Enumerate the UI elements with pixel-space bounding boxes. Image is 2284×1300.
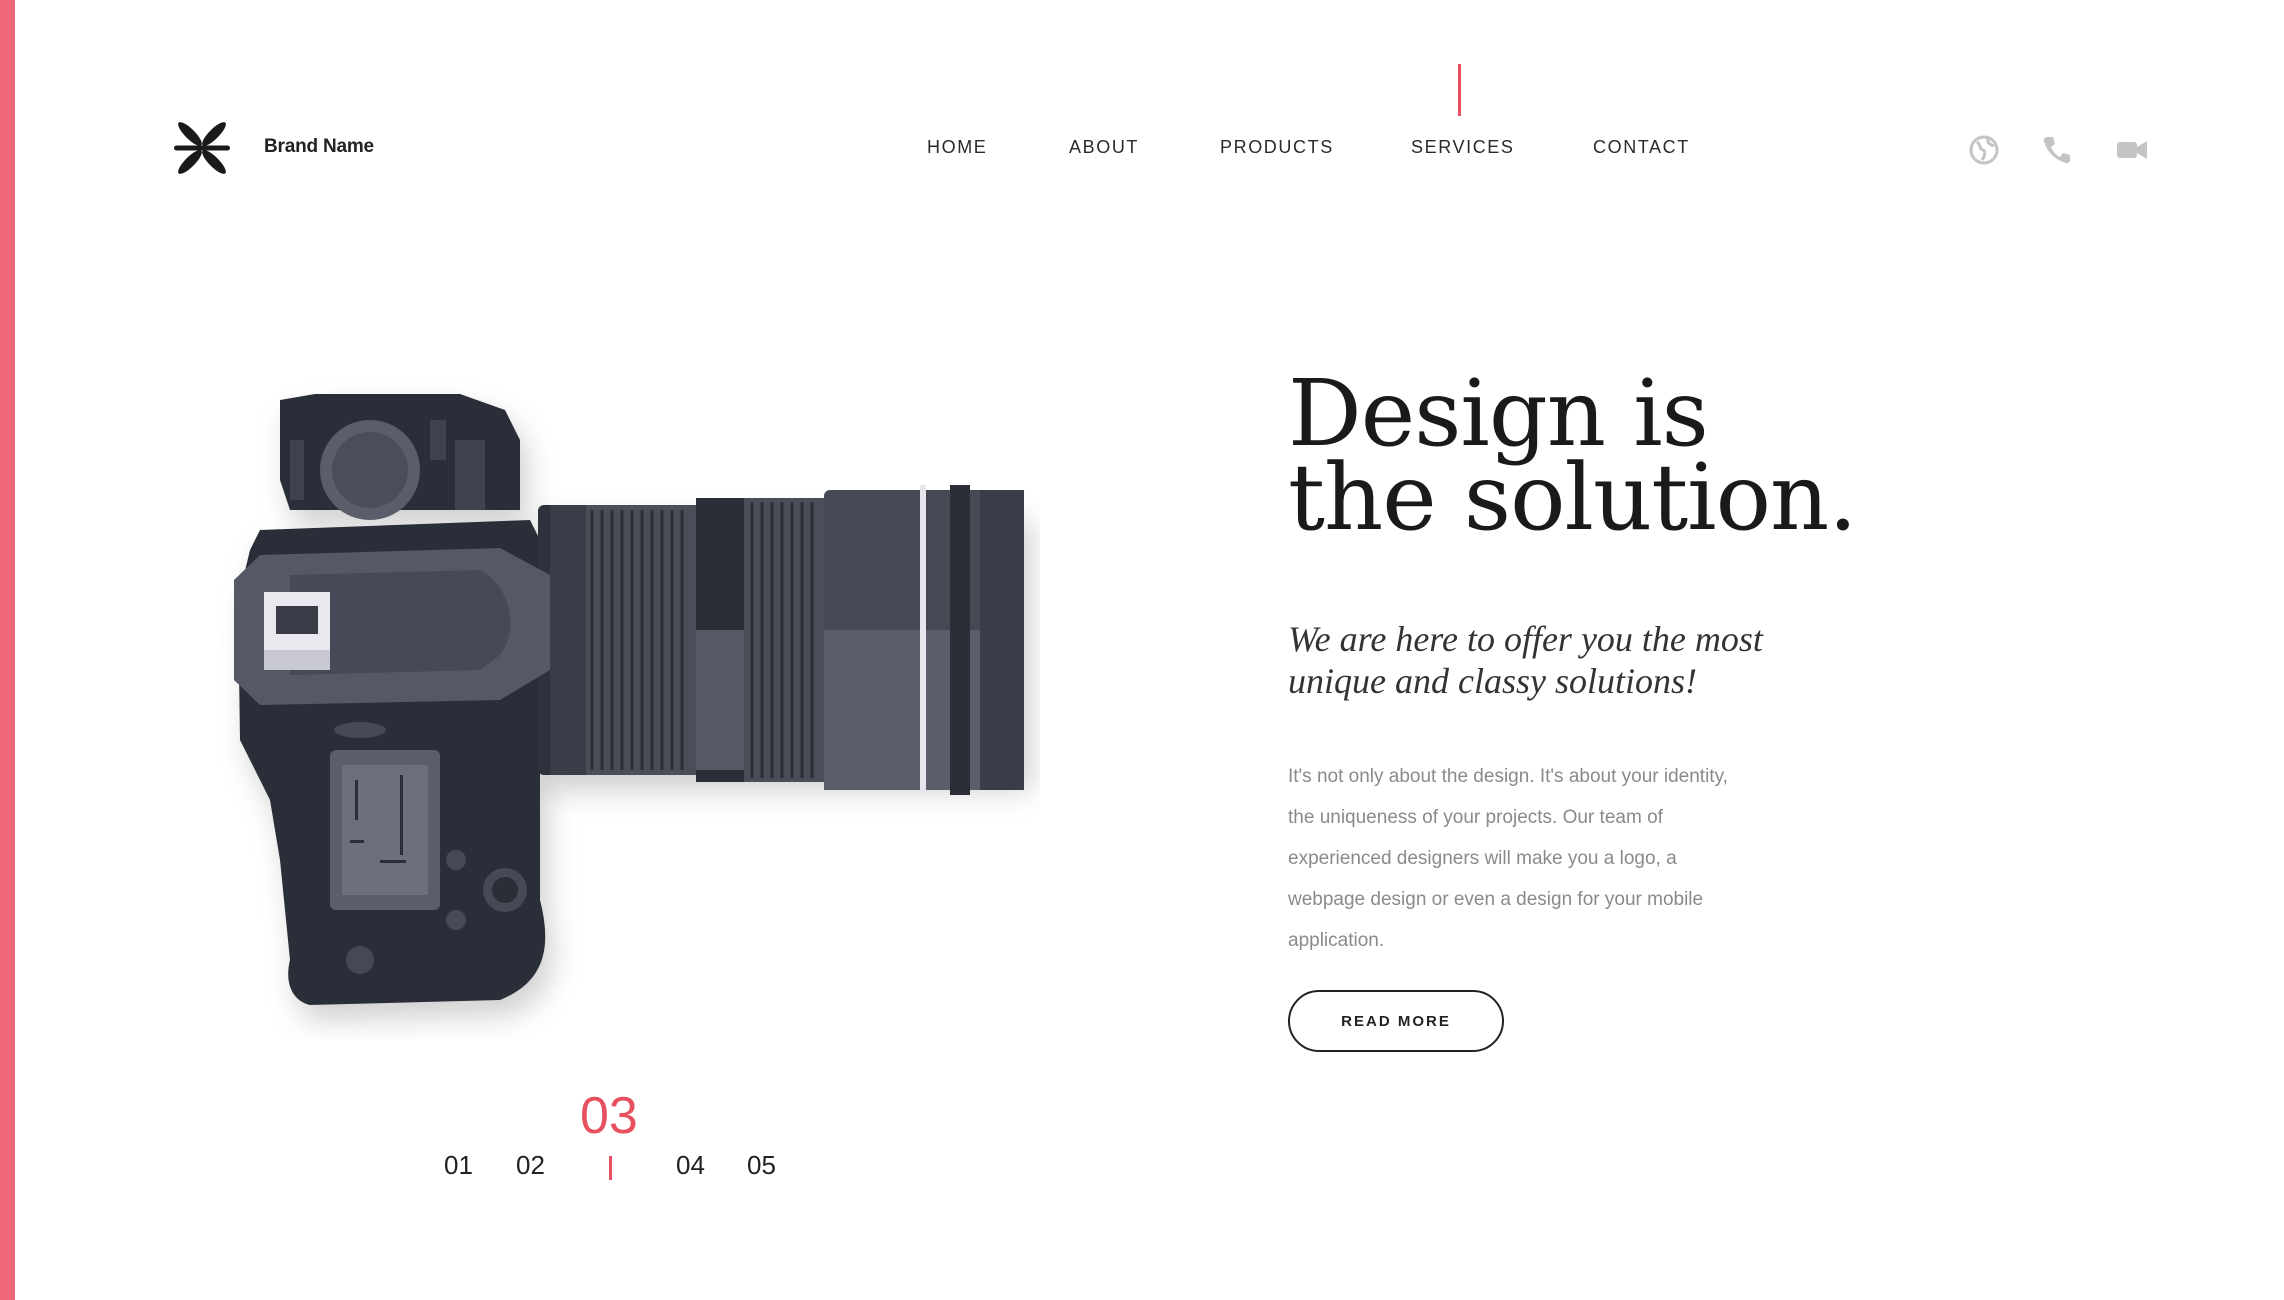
- pager-item-active[interactable]: 03: [580, 1088, 638, 1144]
- hero-headline: Design is the solution.: [1288, 368, 1988, 544]
- nav-item-home[interactable]: HOME: [927, 137, 987, 158]
- hero-headline-line2: the solution.: [1288, 444, 1857, 551]
- phone-icon[interactable]: [2040, 133, 2074, 167]
- hero-body-text: It's not only about the design. It's abo…: [1288, 766, 1728, 951]
- nav-item-about[interactable]: ABOUT: [1069, 137, 1139, 158]
- nav-item-services[interactable]: SERVICES: [1411, 137, 1515, 158]
- nav-active-marker: [1458, 64, 1461, 116]
- hero-subheadline: We are here to offer you the most unique…: [1288, 619, 1763, 701]
- pager-item-02[interactable]: 02: [516, 1150, 545, 1181]
- pager-item-04[interactable]: 04: [676, 1150, 705, 1181]
- nav-item-contact[interactable]: CONTACT: [1593, 137, 1690, 158]
- video-camera-icon[interactable]: [2115, 133, 2149, 167]
- camera-illustration: [234, 394, 1024, 1005]
- pager-item-05[interactable]: 05: [747, 1150, 776, 1181]
- pager-item-01[interactable]: 01: [444, 1150, 473, 1181]
- pager-active-tick: [609, 1156, 612, 1180]
- left-accent-bar: [0, 0, 15, 1300]
- brand-name[interactable]: Brand Name: [264, 136, 374, 158]
- read-more-button[interactable]: READ MORE: [1288, 990, 1504, 1052]
- globe-icon[interactable]: [1967, 133, 2001, 167]
- brand-logo-icon[interactable]: [170, 120, 234, 176]
- nav-item-products[interactable]: PRODUCTS: [1220, 137, 1334, 158]
